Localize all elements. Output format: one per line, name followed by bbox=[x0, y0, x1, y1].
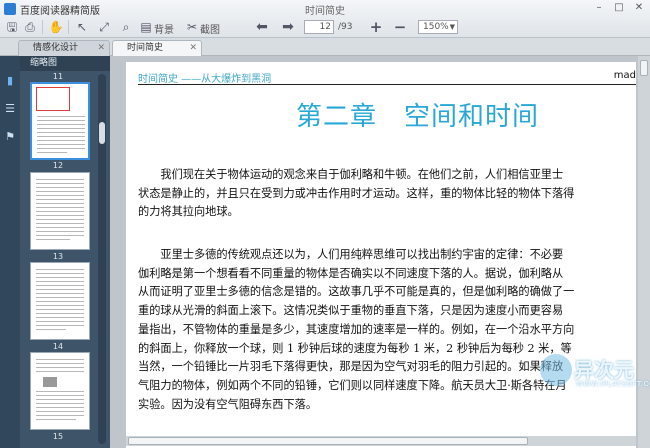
thumbnail-page[interactable] bbox=[30, 172, 90, 250]
thumbnail-scrollbar[interactable] bbox=[98, 74, 106, 444]
tab-bar: 情感化设计 ✕ 时间简史 ✕ bbox=[0, 38, 650, 56]
side-icon-strip: ▮ ☰ ⚑ bbox=[0, 56, 20, 448]
zoom-select[interactable]: 150% ▼ bbox=[418, 20, 458, 34]
app-title: 百度阅读器精简版 bbox=[20, 6, 100, 17]
title-bar: 百度阅读器精简版 时间简史 – □ ✕ 🖫 ⎙ ✋ ↖ ⤢ ⌕ ▤ 背景 ✂ 截… bbox=[0, 0, 650, 38]
maximize-icon[interactable]: □ bbox=[612, 2, 626, 14]
page-total: /93 bbox=[338, 22, 353, 32]
thumbnail-page-number: 13 bbox=[52, 252, 64, 261]
chevron-down-icon: ▼ bbox=[449, 23, 455, 31]
hand-tool-icon[interactable]: ✋ bbox=[48, 19, 64, 35]
tab-close-icon[interactable]: ✕ bbox=[97, 41, 105, 56]
thumbnail-page-number: 14 bbox=[52, 342, 64, 351]
horizontal-scrollbar-handle[interactable] bbox=[128, 437, 528, 445]
arrow-right-icon[interactable]: ➡ bbox=[280, 19, 296, 35]
thumbnail-figure bbox=[43, 377, 57, 387]
tab-close-icon[interactable]: ✕ bbox=[189, 41, 197, 56]
close-icon[interactable]: ✕ bbox=[632, 2, 646, 14]
save-icon[interactable]: 🖫 bbox=[4, 19, 20, 35]
screenshot-button[interactable]: 截图 bbox=[200, 21, 220, 36]
thumbnail-page-number: 15 bbox=[52, 432, 64, 441]
app-logo-icon bbox=[4, 3, 16, 15]
vertical-scrollbar-handle[interactable] bbox=[640, 60, 648, 76]
watermark-subtext: WWW.IPLAYSOFT.COM bbox=[576, 380, 650, 388]
header-rule bbox=[138, 84, 636, 85]
document-title: 时间简史 bbox=[305, 6, 345, 17]
background-icon[interactable]: ▤ bbox=[138, 19, 154, 35]
search-icon[interactable]: ⌕ bbox=[118, 19, 134, 35]
fullscreen-icon[interactable]: ⤢ bbox=[96, 19, 112, 35]
paragraph: 我们现在关于物体运动的观念来自于伽利略和牛顿。在他们之前，人们相信亚里士 状态是… bbox=[138, 168, 575, 219]
arrow-left-icon[interactable]: ⬅ bbox=[254, 19, 270, 35]
thumbnail-page-number: 12 bbox=[52, 161, 64, 170]
thumbnail-header: 缩略图 bbox=[20, 56, 110, 71]
running-head: 时间简史 ——从大爆炸到黑洞 bbox=[138, 74, 272, 85]
watermark-circle-icon bbox=[540, 354, 572, 386]
thumbnail-page[interactable] bbox=[30, 262, 90, 340]
print-icon[interactable]: ⎙ bbox=[22, 19, 38, 35]
bookmark-icon[interactable]: ⚑ bbox=[3, 130, 17, 144]
thumbnail-page-number: 11 bbox=[52, 72, 64, 81]
zoom-in-icon[interactable]: + bbox=[368, 19, 384, 35]
outline-list-icon[interactable]: ☰ bbox=[3, 102, 17, 116]
thumbnail-scrollbar-handle[interactable] bbox=[99, 122, 105, 144]
select-cursor-icon[interactable]: ↖ bbox=[74, 19, 90, 35]
horizontal-scrollbar[interactable] bbox=[126, 436, 636, 446]
thumbnails-icon[interactable]: ▮ bbox=[3, 74, 17, 88]
watermark-text: 异次元 bbox=[574, 358, 634, 382]
thumbnail-page[interactable] bbox=[30, 82, 90, 160]
toolbar: 🖫 ⎙ ✋ ↖ ⤢ ⌕ ▤ 背景 ✂ 截图 ⬅ ➡ 12 /93 + − 150… bbox=[0, 16, 650, 38]
thumbnail-page[interactable] bbox=[30, 352, 90, 430]
background-button[interactable]: 背景 bbox=[154, 21, 174, 36]
tab-brief-history-of-time[interactable]: 时间简史 ✕ bbox=[112, 40, 202, 56]
viewport-indicator bbox=[36, 87, 70, 111]
minimize-icon[interactable]: – bbox=[592, 2, 606, 14]
watermark-logo: 异次元 WWW.IPLAYSOFT.COM bbox=[540, 350, 650, 394]
running-head-right: mad bbox=[613, 70, 636, 81]
zoom-out-icon[interactable]: − bbox=[392, 19, 408, 35]
page-number-input[interactable]: 12 bbox=[304, 20, 334, 34]
chapter-title: 第二章 空间和时间 bbox=[296, 102, 540, 132]
thumbnail-panel: 缩略图 11 12 13 14 15 bbox=[20, 56, 110, 448]
screenshot-icon[interactable]: ✂ bbox=[184, 19, 200, 35]
tab-emotional-design[interactable]: 情感化设计 ✕ bbox=[18, 40, 110, 56]
